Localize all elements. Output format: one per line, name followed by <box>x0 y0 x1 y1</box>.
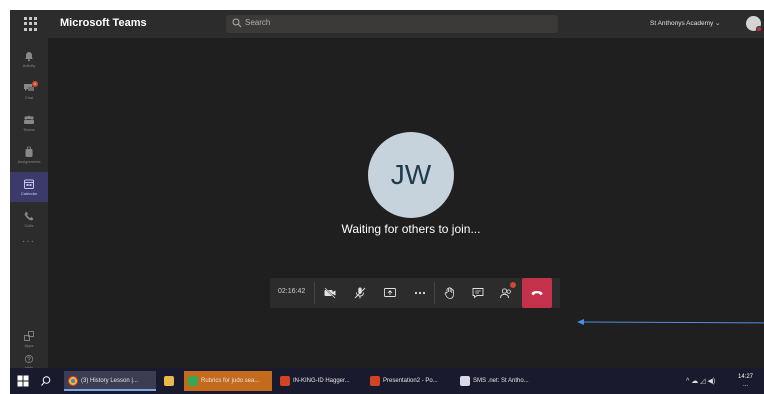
chrome-icon <box>68 376 78 386</box>
browser-window-icon <box>460 376 470 386</box>
taskbar-app-rubrics[interactable]: Rubrics for judo sea... <box>184 371 272 391</box>
taskbar-app-label: Presentation2 - Po... <box>383 378 438 384</box>
rail-item-label: Teams <box>23 127 35 132</box>
taskbar-app-explorer[interactable] <box>160 371 180 391</box>
participants-icon <box>500 288 511 299</box>
rail-item-assignments[interactable]: Assignments <box>10 140 48 170</box>
taskbar-app-sms[interactable]: SMS .net: St Antho... <box>456 371 546 391</box>
chat-bubble-icon <box>472 288 484 299</box>
rail-item-label: Apps <box>24 343 34 348</box>
taskbar-app-label: Rubrics for judo sea... <box>201 378 260 384</box>
participants-badge <box>510 282 516 288</box>
active-indicator <box>64 389 156 391</box>
bell-icon <box>25 52 33 62</box>
taskbar-app-chrome[interactable]: (3) History Lesson |... <box>64 371 156 391</box>
waiting-status-text: Waiting for others to join... <box>341 222 481 236</box>
show-participants-button[interactable] <box>498 282 516 301</box>
system-tray[interactable]: ^ ☁ ◿ ◀) <box>686 377 715 385</box>
camera-toggle-button[interactable] <box>322 285 338 301</box>
chat-badge: 1 <box>32 81 38 87</box>
rail-item-label: Activity <box>22 63 36 68</box>
taskbar-app-label: (3) History Lesson |... <box>81 378 138 384</box>
taskbar-app-powerpoint-2[interactable]: Presentation2 - Po... <box>366 371 452 391</box>
help-icon <box>24 354 34 364</box>
call-timer: 02:16:42 <box>278 288 306 295</box>
annotation-arrow <box>577 319 764 325</box>
app-title: Microsoft Teams <box>60 17 147 29</box>
meeting-stage: JW Waiting for others to join... 02:16:4… <box>48 38 764 368</box>
share-screen-button[interactable] <box>382 285 398 301</box>
windows-taskbar: (3) History Lesson |... Rubrics for judo… <box>10 368 764 394</box>
rail-item-label: Chat <box>24 95 34 100</box>
app-bar: Activity 1 Chat Teams Assignments Calend… <box>10 38 48 370</box>
taskbar-app-label: IN-KING-ID Hagger... <box>293 378 350 384</box>
backpack-icon <box>25 146 33 157</box>
search-input[interactable]: Search <box>226 15 558 33</box>
hand-icon <box>444 287 454 299</box>
windows-start-icon[interactable] <box>17 375 29 387</box>
teams-window: Microsoft Teams Search St Anthonys Acade… <box>10 10 764 394</box>
participant-avatar: JW <box>368 132 454 218</box>
document-icon <box>188 376 198 386</box>
clock-time: 14:27 <box>738 374 754 380</box>
share-tray-icon <box>384 288 396 297</box>
rail-item-calendar[interactable]: Calendar <box>10 172 48 202</box>
divider <box>314 282 315 304</box>
taskbar-search-icon[interactable] <box>40 375 52 387</box>
search-icon <box>232 18 242 28</box>
mic-off-icon <box>354 287 366 299</box>
more-actions-button[interactable] <box>412 285 428 301</box>
search-placeholder: Search <box>245 18 271 27</box>
show-conversation-button[interactable] <box>470 285 486 301</box>
divider <box>434 282 435 304</box>
app-launcher-icon[interactable] <box>24 17 38 31</box>
taskbar-app-label: SMS .net: St Antho... <box>473 378 529 384</box>
phone-icon <box>24 211 34 221</box>
powerpoint-icon <box>370 376 380 386</box>
rail-item-label: Assignments <box>17 159 41 164</box>
more-apps-icon[interactable]: ··· <box>22 236 35 247</box>
hang-up-icon <box>531 291 543 296</box>
rail-item-activity[interactable]: Activity <box>10 44 48 74</box>
profile-avatar[interactable] <box>746 16 762 32</box>
rail-item-teams[interactable]: Teams <box>10 108 48 138</box>
powerpoint-icon <box>280 376 290 386</box>
call-controls-bar: 02:16:42 <box>270 278 560 308</box>
rail-item-label: Calls <box>24 223 34 228</box>
camera-off-icon <box>324 287 336 299</box>
org-switcher[interactable]: St Anthonys Academy ⌄ <box>650 19 721 27</box>
title-bar: Microsoft Teams Search St Anthonys Acade… <box>10 10 764 38</box>
more-icon <box>414 291 426 295</box>
calendar-icon <box>24 179 34 189</box>
rail-item-apps[interactable]: Apps <box>10 324 48 354</box>
chevron-down-icon: ⌄ <box>715 20 721 27</box>
mic-toggle-button[interactable] <box>352 285 368 301</box>
apps-icon <box>24 331 34 341</box>
leave-call-button[interactable] <box>522 278 552 308</box>
clock-date: ... <box>743 382 749 388</box>
rail-item-label: Calendar <box>20 191 38 196</box>
org-name: St Anthonys Academy <box>650 20 714 27</box>
rail-item-calls[interactable]: Calls <box>10 204 48 234</box>
folder-icon <box>164 376 174 386</box>
rail-item-chat[interactable]: 1 Chat <box>10 76 48 106</box>
teams-icon <box>24 115 34 124</box>
raise-hand-button[interactable] <box>442 285 458 301</box>
taskbar-clock[interactable]: 14:27 ... <box>738 373 753 389</box>
presence-status-icon <box>756 26 762 32</box>
taskbar-app-powerpoint-1[interactable]: IN-KING-ID Hagger... <box>276 371 362 391</box>
